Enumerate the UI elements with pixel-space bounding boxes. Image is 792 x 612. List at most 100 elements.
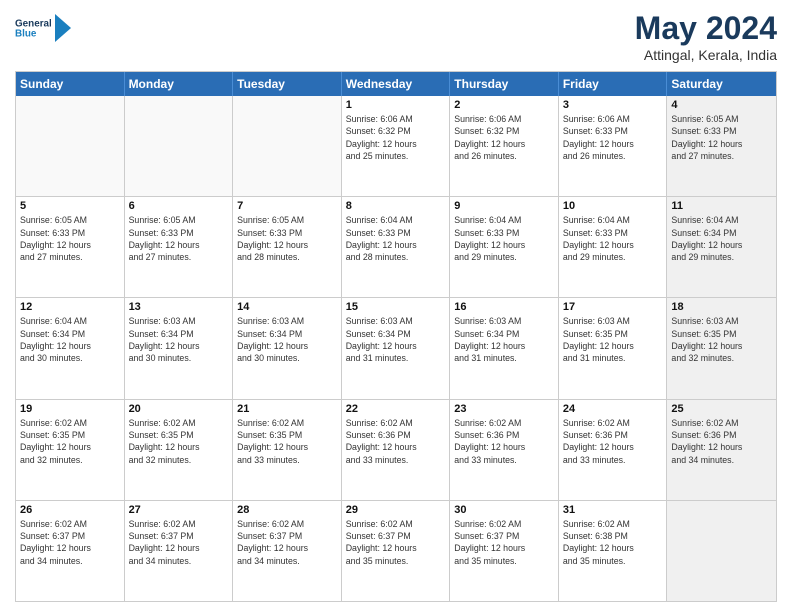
- day-number: 13: [129, 301, 229, 313]
- calendar-cell: 30 Sunrise: 6:02 AM Sunset: 6:37 PM Dayli…: [450, 501, 559, 601]
- calendar-cell: 3 Sunrise: 6:06 AM Sunset: 6:33 PM Daylig…: [559, 96, 668, 196]
- day-info: Sunrise: 6:02 AM Sunset: 6:36 PM Dayligh…: [671, 417, 772, 466]
- day-of-week-saturday: Saturday: [667, 72, 776, 96]
- day-info: Sunrise: 6:03 AM Sunset: 6:34 PM Dayligh…: [346, 315, 446, 364]
- day-number: 18: [671, 301, 772, 313]
- day-info: Sunrise: 6:02 AM Sunset: 6:36 PM Dayligh…: [563, 417, 663, 466]
- calendar-cell: 19 Sunrise: 6:02 AM Sunset: 6:35 PM Dayli…: [16, 400, 125, 500]
- page: General Blue May 2024 Attingal, Kerala, …: [0, 0, 792, 612]
- calendar-cell: 12 Sunrise: 6:04 AM Sunset: 6:34 PM Dayli…: [16, 298, 125, 398]
- day-number: 29: [346, 504, 446, 516]
- calendar-cell: 28 Sunrise: 6:02 AM Sunset: 6:37 PM Dayli…: [233, 501, 342, 601]
- calendar-body: 1Sunrise: 6:06 AM Sunset: 6:32 PM Daylig…: [16, 96, 776, 601]
- day-number: 23: [454, 403, 554, 415]
- day-number: 3: [563, 99, 663, 111]
- day-number: 12: [20, 301, 120, 313]
- day-info: Sunrise: 6:02 AM Sunset: 6:35 PM Dayligh…: [237, 417, 337, 466]
- day-info: Sunrise: 6:02 AM Sunset: 6:36 PM Dayligh…: [346, 417, 446, 466]
- day-number: 19: [20, 403, 120, 415]
- day-number: 31: [563, 504, 663, 516]
- calendar-cell: 20 Sunrise: 6:02 AM Sunset: 6:35 PM Dayli…: [125, 400, 234, 500]
- calendar-cell: 31 Sunrise: 6:02 AM Sunset: 6:38 PM Dayli…: [559, 501, 668, 601]
- day-info: Sunrise: 6:02 AM Sunset: 6:37 PM Dayligh…: [237, 518, 337, 567]
- day-number: 4: [671, 99, 772, 111]
- svg-text:Blue: Blue: [15, 29, 37, 40]
- calendar-cell: 17Sunrise: 6:03 AM Sunset: 6:35 PM Dayli…: [559, 298, 668, 398]
- calendar-cell: 2Sunrise: 6:06 AM Sunset: 6:32 PM Daylig…: [450, 96, 559, 196]
- day-number: 6: [129, 200, 229, 212]
- day-info: Sunrise: 6:02 AM Sunset: 6:37 PM Dayligh…: [454, 518, 554, 567]
- calendar-cell: 16 Sunrise: 6:03 AM Sunset: 6:34 PM Dayli…: [450, 298, 559, 398]
- location-subtitle: Attingal, Kerala, India: [635, 47, 777, 63]
- day-info: Sunrise: 6:02 AM Sunset: 6:38 PM Dayligh…: [563, 518, 663, 567]
- day-info: Sunrise: 6:04 AM Sunset: 6:33 PM Dayligh…: [454, 214, 554, 263]
- title-area: May 2024 Attingal, Kerala, India: [635, 10, 777, 63]
- day-number: 24: [563, 403, 663, 415]
- day-info: Sunrise: 6:05 AM Sunset: 6:33 PM Dayligh…: [129, 214, 229, 263]
- day-number: 28: [237, 504, 337, 516]
- calendar-cell: 25 Sunrise: 6:02 AM Sunset: 6:36 PM Dayli…: [667, 400, 776, 500]
- day-of-week-sunday: Sunday: [16, 72, 125, 96]
- svg-text:General: General: [15, 19, 51, 30]
- day-number: 25: [671, 403, 772, 415]
- logo-arrow: [55, 10, 77, 46]
- calendar-cell: 14 Sunrise: 6:03 AM Sunset: 6:34 PM Dayli…: [233, 298, 342, 398]
- day-number: 8: [346, 200, 446, 212]
- day-number: 21: [237, 403, 337, 415]
- day-of-week-tuesday: Tuesday: [233, 72, 342, 96]
- calendar-cell: 10 Sunrise: 6:04 AM Sunset: 6:33 PM Dayli…: [559, 197, 668, 297]
- header: General Blue May 2024 Attingal, Kerala, …: [15, 10, 777, 63]
- calendar-week-3: 12 Sunrise: 6:04 AM Sunset: 6:34 PM Dayli…: [16, 298, 776, 399]
- day-number: 7: [237, 200, 337, 212]
- logo-svg: General Blue: [15, 10, 51, 46]
- day-number: 9: [454, 200, 554, 212]
- day-info: Sunrise: 6:03 AM Sunset: 6:35 PM Dayligh…: [671, 315, 772, 364]
- calendar-cell: 15Sunrise: 6:03 AM Sunset: 6:34 PM Dayli…: [342, 298, 451, 398]
- day-info: Sunrise: 6:02 AM Sunset: 6:37 PM Dayligh…: [129, 518, 229, 567]
- calendar-cell: 9 Sunrise: 6:04 AM Sunset: 6:33 PM Daylig…: [450, 197, 559, 297]
- logo: General Blue: [15, 10, 77, 46]
- day-number: 5: [20, 200, 120, 212]
- day-info: Sunrise: 6:02 AM Sunset: 6:35 PM Dayligh…: [129, 417, 229, 466]
- day-number: 26: [20, 504, 120, 516]
- day-of-week-wednesday: Wednesday: [342, 72, 451, 96]
- day-info: Sunrise: 6:04 AM Sunset: 6:34 PM Dayligh…: [20, 315, 120, 364]
- calendar-cell: 6 Sunrise: 6:05 AM Sunset: 6:33 PM Daylig…: [125, 197, 234, 297]
- day-info: Sunrise: 6:03 AM Sunset: 6:34 PM Dayligh…: [454, 315, 554, 364]
- calendar-cell: 5 Sunrise: 6:05 AM Sunset: 6:33 PM Daylig…: [16, 197, 125, 297]
- day-number: 27: [129, 504, 229, 516]
- calendar-week-1: 1Sunrise: 6:06 AM Sunset: 6:32 PM Daylig…: [16, 96, 776, 197]
- day-info: Sunrise: 6:04 AM Sunset: 6:34 PM Dayligh…: [671, 214, 772, 263]
- day-of-week-monday: Monday: [125, 72, 234, 96]
- calendar-cell: [125, 96, 234, 196]
- day-info: Sunrise: 6:06 AM Sunset: 6:33 PM Dayligh…: [563, 113, 663, 162]
- calendar-header: SundayMondayTuesdayWednesdayThursdayFrid…: [16, 72, 776, 96]
- day-number: 16: [454, 301, 554, 313]
- calendar-cell: 26Sunrise: 6:02 AM Sunset: 6:37 PM Dayli…: [16, 501, 125, 601]
- day-number: 10: [563, 200, 663, 212]
- day-number: 14: [237, 301, 337, 313]
- calendar-cell: 21 Sunrise: 6:02 AM Sunset: 6:35 PM Dayli…: [233, 400, 342, 500]
- day-number: 1: [346, 99, 446, 111]
- day-info: Sunrise: 6:02 AM Sunset: 6:36 PM Dayligh…: [454, 417, 554, 466]
- day-info: Sunrise: 6:03 AM Sunset: 6:34 PM Dayligh…: [237, 315, 337, 364]
- day-of-week-thursday: Thursday: [450, 72, 559, 96]
- calendar-week-5: 26 Sunrise: 6:02 AM Sunset: 6:37 PM Dayli…: [16, 501, 776, 601]
- calendar-cell: 24 Sunrise: 6:02 AM Sunset: 6:36 PM Dayli…: [559, 400, 668, 500]
- calendar: SundayMondayTuesdayWednesdayThursdayFrid…: [15, 71, 777, 602]
- calendar-cell: 18 Sunrise: 6:03 AM Sunset: 6:35 PM Dayli…: [667, 298, 776, 398]
- calendar-cell: 7Sunrise: 6:05 AM Sunset: 6:33 PM Daylig…: [233, 197, 342, 297]
- day-number: 2: [454, 99, 554, 111]
- calendar-week-2: 5 Sunrise: 6:05 AM Sunset: 6:33 PM Daylig…: [16, 197, 776, 298]
- calendar-cell: 27 Sunrise: 6:02 AM Sunset: 6:37 PM Dayli…: [125, 501, 234, 601]
- day-number: 30: [454, 504, 554, 516]
- day-info: Sunrise: 6:02 AM Sunset: 6:35 PM Dayligh…: [20, 417, 120, 466]
- month-year-title: May 2024: [635, 10, 777, 47]
- day-info: Sunrise: 6:02 AM Sunset: 6:37 PM Dayligh…: [346, 518, 446, 567]
- calendar-cell: [233, 96, 342, 196]
- day-number: 20: [129, 403, 229, 415]
- calendar-cell: [667, 501, 776, 601]
- day-info: Sunrise: 6:05 AM Sunset: 6:33 PM Dayligh…: [20, 214, 120, 263]
- day-info: Sunrise: 6:03 AM Sunset: 6:34 PM Dayligh…: [129, 315, 229, 364]
- day-info: Sunrise: 6:04 AM Sunset: 6:33 PM Dayligh…: [563, 214, 663, 263]
